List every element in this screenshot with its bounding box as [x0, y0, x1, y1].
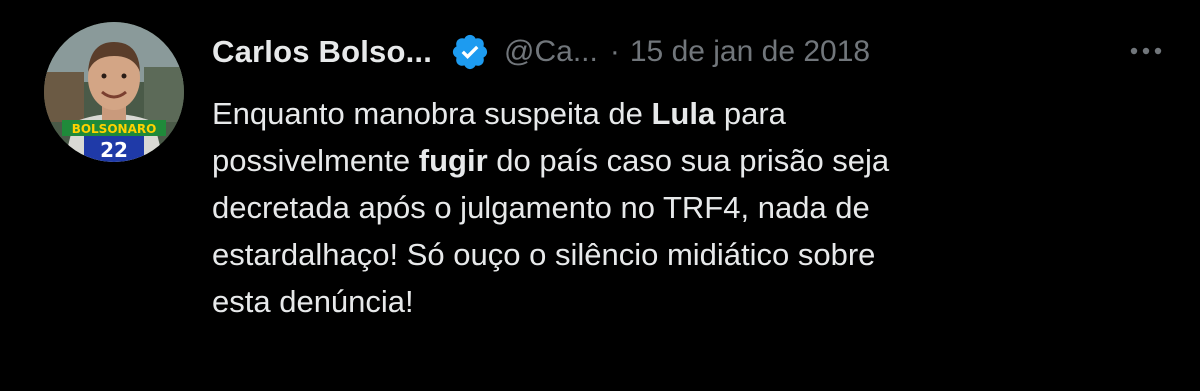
avatar-number-text: 22	[100, 138, 128, 162]
tweet-text: Enquanto manobra suspeita de Lula para p…	[212, 90, 1112, 325]
separator-dot: ·	[609, 35, 620, 68]
tweet-text-bold-lula: Lula	[651, 96, 716, 131]
tweet-text-segment: possivelmente	[212, 143, 419, 178]
tweet-main: Carlos Bolso... @Ca... · 15 de jan de 20…	[212, 24, 1172, 325]
user-handle[interactable]: @Ca...	[504, 35, 598, 69]
avatar[interactable]: BOLSONARO 22	[44, 22, 184, 162]
tweet-text-segment: decretada após o julgamento no TRF4, nad…	[212, 190, 870, 225]
display-name[interactable]: Carlos Bolso...	[212, 34, 432, 70]
tweet-text-segment: estardalhaço! Só ouço o silêncio midiáti…	[212, 237, 876, 272]
tweet-text-segment: esta denúncia!	[212, 284, 414, 319]
tweet-card[interactable]: BOLSONARO 22 Carlos Bolso... @Ca... · 15…	[0, 0, 1200, 391]
tweet-text-segment: do país caso sua prisão seja	[487, 143, 890, 178]
tweet-header: Carlos Bolso... @Ca... · 15 de jan de 20…	[212, 24, 1172, 80]
avatar-image: BOLSONARO 22	[44, 22, 184, 162]
tweet-text-segment: Enquanto manobra suspeita de	[212, 96, 652, 131]
tweet-timestamp[interactable]: 15 de jan de 2018	[630, 35, 870, 69]
tweet-text-segment: para	[715, 96, 786, 131]
avatar-banner-text: BOLSONARO	[72, 122, 157, 136]
tweet-text-bold-fugir: fugir	[418, 143, 488, 178]
verified-badge-icon	[450, 32, 490, 72]
more-options-icon[interactable]	[1126, 36, 1166, 66]
